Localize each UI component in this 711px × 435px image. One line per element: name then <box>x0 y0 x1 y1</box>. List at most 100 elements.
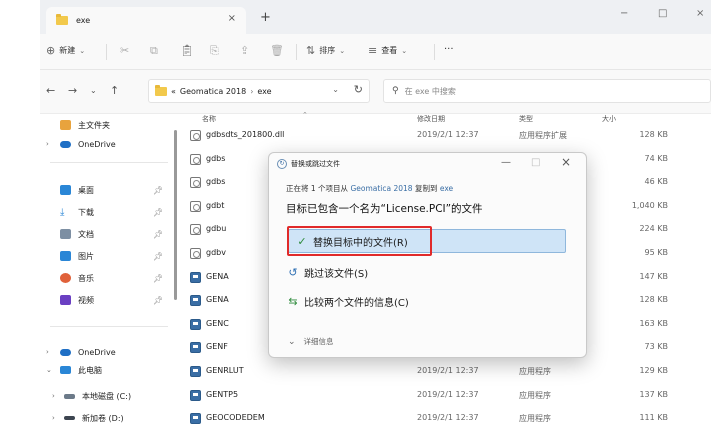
sidebar-item-desktop[interactable]: 桌面 📌︎ <box>40 181 175 199</box>
file-type: 应用程序 <box>519 390 551 400</box>
search-box[interactable]: ⚲ 在 exe 中搜索 <box>383 79 711 103</box>
sidebar-item-documents[interactable]: 文档 📌︎ <box>40 225 175 243</box>
cut-button[interactable]: ✂ <box>120 44 129 57</box>
breadcrumb-exe[interactable]: exe <box>257 87 271 96</box>
navigation-pane: 主文件夹 › OneDrive 桌面 📌︎ ⤓ 下载 📌︎ 文档 📌︎ 图片 📌… <box>40 114 175 435</box>
file-type: 应用程序 <box>519 414 551 424</box>
share-button[interactable]: ⇪ <box>240 44 249 57</box>
minimize-button[interactable]: − <box>620 8 628 19</box>
sidebar-item-onedrive-2[interactable]: › OneDrive <box>40 343 175 361</box>
toolbar-divider <box>106 44 107 60</box>
file-name: GENA <box>206 295 229 305</box>
file-size: 74 KB <box>644 153 668 163</box>
drive-icon <box>64 393 75 399</box>
file-date: 2019/2/1 12:37 <box>417 389 479 399</box>
more-details-toggle[interactable]: ⌄ 详细信息 <box>288 336 334 347</box>
chevron-down-icon: ⌄ <box>401 46 408 55</box>
sidebar-item-onedrive[interactable]: › OneDrive <box>40 135 175 153</box>
dll-file-icon <box>190 248 201 259</box>
delete-button[interactable]: 🗑︎ <box>270 44 284 57</box>
dialog-close-button[interactable]: × <box>561 155 571 169</box>
close-button[interactable]: × <box>696 8 704 19</box>
paste-button[interactable]: 📋︎ <box>180 44 194 57</box>
dll-file-icon <box>190 153 201 165</box>
up-arrow-icon[interactable]: ↑ <box>110 84 119 97</box>
file-row[interactable]: GENRLUT 2019/2/1 12:37 应用程序 129 KB <box>182 360 711 383</box>
sidebar-item-downloads[interactable]: ⤓ 下载 📌︎ <box>40 203 175 221</box>
file-row[interactable]: gdbsdts_201800.dll 2019/2/1 12:37 应用程序扩展 12… <box>182 124 711 147</box>
list-view-icon: ≡ <box>368 44 378 57</box>
sidebar-item-pictures[interactable]: 图片 📌︎ <box>40 247 175 265</box>
rename-button[interactable]: ⎘ <box>210 44 219 58</box>
file-type: 应用程序扩展 <box>519 131 567 140</box>
back-arrow-icon[interactable]: ← <box>46 84 55 97</box>
file-date: 2019/2/1 12:37 <box>417 130 479 139</box>
folder-icon <box>155 84 167 96</box>
application-icon <box>190 389 201 401</box>
sidebar-item-drive-d[interactable]: › 新加卷 (D:) <box>40 409 175 427</box>
file-size: 128 KB <box>639 295 668 305</box>
copy-button[interactable]: ⧉ <box>150 44 158 58</box>
file-name: GENRLUT <box>206 366 244 375</box>
tab-exe[interactable]: exe × <box>46 7 246 34</box>
sidebar-item-music[interactable]: 音乐 📌︎ <box>40 269 175 287</box>
address-dropdown-icon[interactable]: ⌄ <box>332 85 339 94</box>
expand-chevron-icon[interactable]: › <box>46 140 49 148</box>
refresh-icon[interactable]: ↻ <box>354 83 363 96</box>
expand-chevron-icon[interactable]: › <box>46 348 49 356</box>
pin-icon: 📌︎ <box>153 207 164 217</box>
new-label: 新建 <box>59 46 76 55</box>
replace-or-skip-dialog: ↻ 替换或跳过文件 — □ × 正在将 1 个项目从 Geomatica 201… <box>268 152 587 358</box>
new-tab-button[interactable]: + <box>260 11 271 24</box>
application-icon <box>190 271 201 283</box>
tab-close-button[interactable]: × <box>228 13 236 24</box>
trash-icon: 🗑︎ <box>270 44 284 57</box>
source-folder-link[interactable]: Geomatica 2018 <box>350 184 412 193</box>
expand-chevron-icon[interactable]: › <box>52 392 55 400</box>
dialog-maximize-button: □ <box>531 157 541 168</box>
document-icon <box>60 229 71 239</box>
destination-folder-link[interactable]: exe <box>440 184 453 193</box>
dialog-minimize-button[interactable]: — <box>501 157 511 168</box>
file-row[interactable]: GENTP5 2019/2/1 12:37 应用程序 137 KB <box>182 384 711 407</box>
skip-file-option[interactable]: ↺ 跳过该文件(S) <box>286 261 566 283</box>
sidebar-item-label: 音乐 <box>78 273 94 283</box>
breadcrumb-overflow[interactable]: « <box>171 87 176 96</box>
chevron-down-icon: ⌄ <box>79 46 86 55</box>
address-row: ← → ⌄ ↑ « Geomatica 2018 › exe ⌄ ↻ ⚲ 在 e… <box>40 70 711 114</box>
download-icon: ⤓ <box>60 207 65 218</box>
sidebar-item-this-pc[interactable]: ⌄ 此电脑 <box>40 361 175 379</box>
address-bar[interactable]: « Geomatica 2018 › exe ⌄ ↻ <box>148 79 370 103</box>
pin-icon: 📌︎ <box>153 273 164 283</box>
sidebar-item-home[interactable]: 主文件夹 <box>40 116 175 134</box>
sidebar-item-label: 本地磁盘 (C:) <box>82 391 132 401</box>
collapse-chevron-icon[interactable]: ⌄ <box>46 366 52 374</box>
sidebar-item-videos[interactable]: 视频 📌︎ <box>40 291 175 309</box>
breadcrumb-geomatica[interactable]: Geomatica 2018 <box>180 87 246 96</box>
dll-file-icon <box>190 177 201 189</box>
sidebar-item-label: 此电脑 <box>78 365 102 375</box>
file-name: GENF <box>206 342 228 352</box>
new-button[interactable]: ⊕ 新建 ⌄ <box>46 44 85 57</box>
toolbar-divider <box>296 44 297 60</box>
sort-button[interactable]: ⇅ 排序 ⌄ <box>306 44 345 57</box>
file-size: 129 KB <box>639 366 668 375</box>
toolbar-divider <box>434 44 435 60</box>
recent-chevron-icon[interactable]: ⌄ <box>90 86 97 95</box>
application-icon <box>190 318 201 330</box>
file-row[interactable]: GEOCODEDEM 2019/2/1 12:37 应用程序 111 KB <box>182 407 711 430</box>
forward-arrow-icon[interactable]: → <box>68 84 77 97</box>
folder-icon <box>56 14 68 25</box>
view-button[interactable]: ≡ 查看 ⌄ <box>368 44 407 57</box>
application-icon <box>190 295 201 307</box>
compare-icon: ⇆ <box>288 294 298 308</box>
more-button[interactable]: ··· <box>444 44 454 55</box>
expand-chevron-icon[interactable]: › <box>52 414 55 422</box>
application-icon <box>190 413 201 425</box>
search-input[interactable]: 在 exe 中搜索 <box>405 86 456 97</box>
sidebar-item-drive-c[interactable]: › 本地磁盘 (C:) <box>40 387 175 405</box>
compare-files-option[interactable]: ⇆ 比较两个文件的信息(C) <box>286 290 566 312</box>
pane-splitter[interactable] <box>174 130 177 300</box>
view-label: 查看 <box>381 46 398 55</box>
maximize-button[interactable]: □ <box>658 8 667 19</box>
